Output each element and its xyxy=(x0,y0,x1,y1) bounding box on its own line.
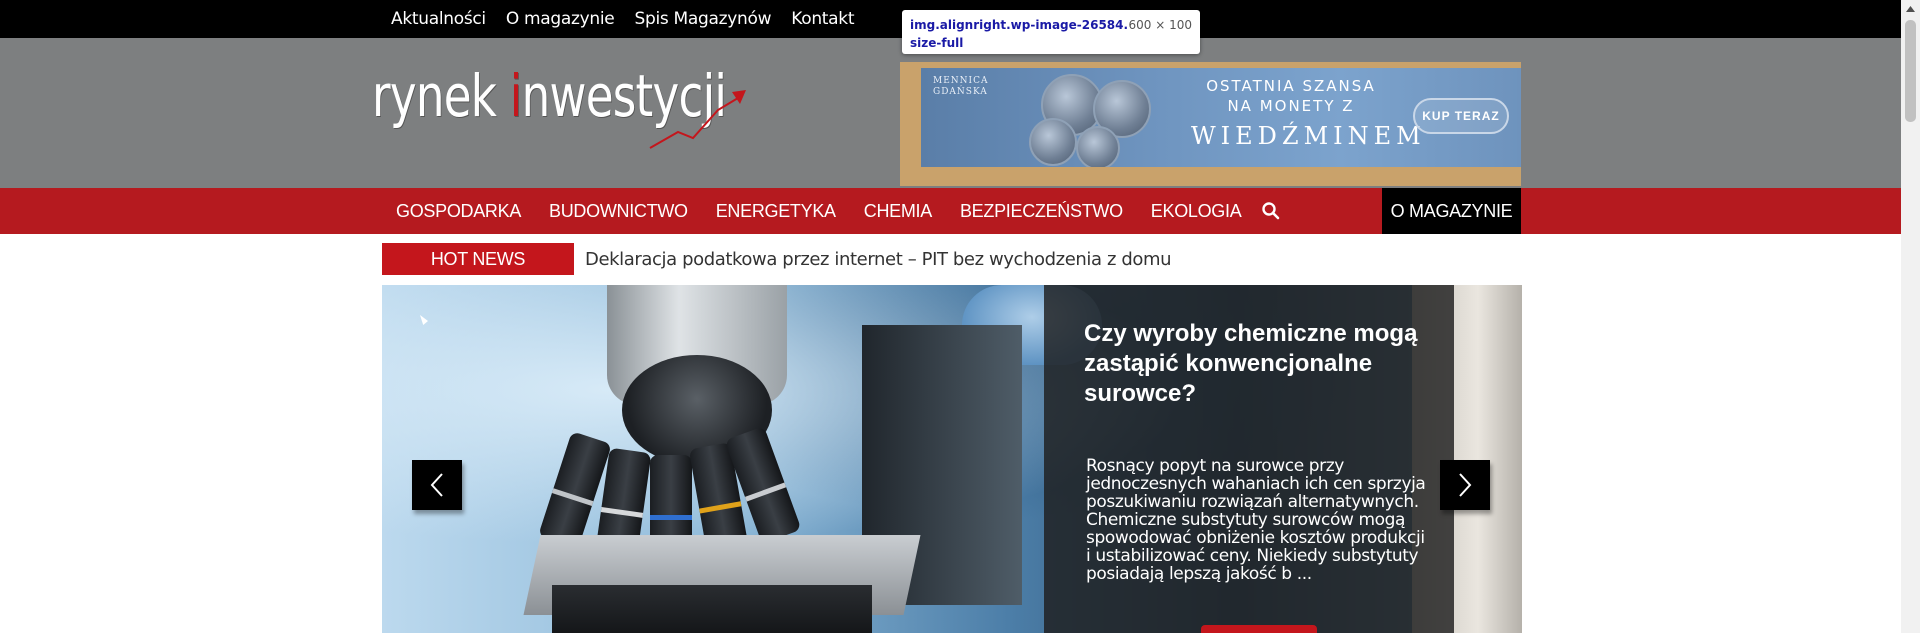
ad-banner[interactable]: MENNICA GDAŃSKA OSTATNIA SZANSA NA MONET… xyxy=(921,68,1521,167)
devtools-tooltip: img.alignright.wp-image-26584.size-full … xyxy=(902,10,1200,54)
site-logo[interactable]: rynek inwestycji xyxy=(372,62,746,149)
category-chemia[interactable]: CHEMIA xyxy=(850,201,946,222)
coin-icon xyxy=(1076,126,1120,167)
page-scrollbar[interactable] xyxy=(1901,0,1920,633)
slider-prev-button[interactable] xyxy=(412,460,462,510)
hot-news-headline[interactable]: Deklaracja podatkowa przez internet – PI… xyxy=(585,243,1172,275)
category-energetyka[interactable]: ENERGETYKA xyxy=(702,201,850,222)
category-nav: GOSPODARKA BUDOWNICTWO ENERGETYKA CHEMIA… xyxy=(0,188,1901,234)
topnav-link-aktualnosci[interactable]: Aktualności xyxy=(391,9,486,29)
scroll-up-arrow-icon[interactable] xyxy=(1901,0,1920,17)
o-magazynie-button[interactable]: O MAGAZYNIE xyxy=(1382,188,1521,234)
category-list: GOSPODARKA BUDOWNICTWO ENERGETYKA CHEMIA… xyxy=(382,188,1281,234)
microscope-base xyxy=(552,585,872,633)
search-icon[interactable] xyxy=(1261,201,1281,221)
ad-title: WIEDŹMINEM xyxy=(1191,122,1426,150)
topnav-link-spis-magazynow[interactable]: Spis Magazynów xyxy=(634,9,771,29)
hot-news-label: HOT NEWS xyxy=(382,243,574,275)
category-bezpieczenstwo[interactable]: BEZPIECZEŃSTWO xyxy=(946,201,1137,222)
logo-arrow-icon xyxy=(649,90,746,149)
chevron-right-icon xyxy=(1459,473,1472,497)
topnav-link-o-magazynie[interactable]: O magazynie xyxy=(506,9,615,29)
logo-letter-i: i xyxy=(509,62,523,130)
category-gospodarka[interactable]: GOSPODARKA xyxy=(382,201,535,222)
slide-excerpt: Rosnący popyt na surowce przy jednoczesn… xyxy=(1086,456,1426,584)
scrollbar-thumb[interactable] xyxy=(1905,20,1916,122)
chevron-left-icon xyxy=(430,473,443,497)
topnav-link-kontakt[interactable]: Kontakt xyxy=(791,9,854,29)
slider-next-button[interactable] xyxy=(1440,460,1490,510)
ad-mint-logo: MENNICA GDAŃSKA xyxy=(933,76,989,97)
featured-slider: Czy wyroby chemiczne mogą zastąpić konwe… xyxy=(382,285,1522,633)
slide-title[interactable]: Czy wyroby chemiczne mogą zastąpić konwe… xyxy=(1084,319,1424,409)
slide-caption: Czy wyroby chemiczne mogą zastąpić konwe… xyxy=(1044,285,1454,633)
top-nav: Aktualności O magazynie Spis Magazynów K… xyxy=(391,0,855,38)
ad-headline: OSTATNIA SZANSA NA MONETY Z xyxy=(1206,77,1376,115)
read-more-button[interactable] xyxy=(1201,625,1317,633)
category-ekologia[interactable]: EKOLOGIA xyxy=(1137,201,1256,222)
category-budownictwo[interactable]: BUDOWNICTWO xyxy=(535,201,702,222)
tooltip-selector: img.alignright.wp-image-26584.size-full xyxy=(910,18,1129,50)
ad-buy-button[interactable]: KUP TERAZ xyxy=(1413,98,1509,134)
coin-icon xyxy=(1029,118,1077,166)
logo-word-rynek: rynek xyxy=(372,62,510,130)
tooltip-dimensions: 600 × 100 xyxy=(1128,18,1193,32)
